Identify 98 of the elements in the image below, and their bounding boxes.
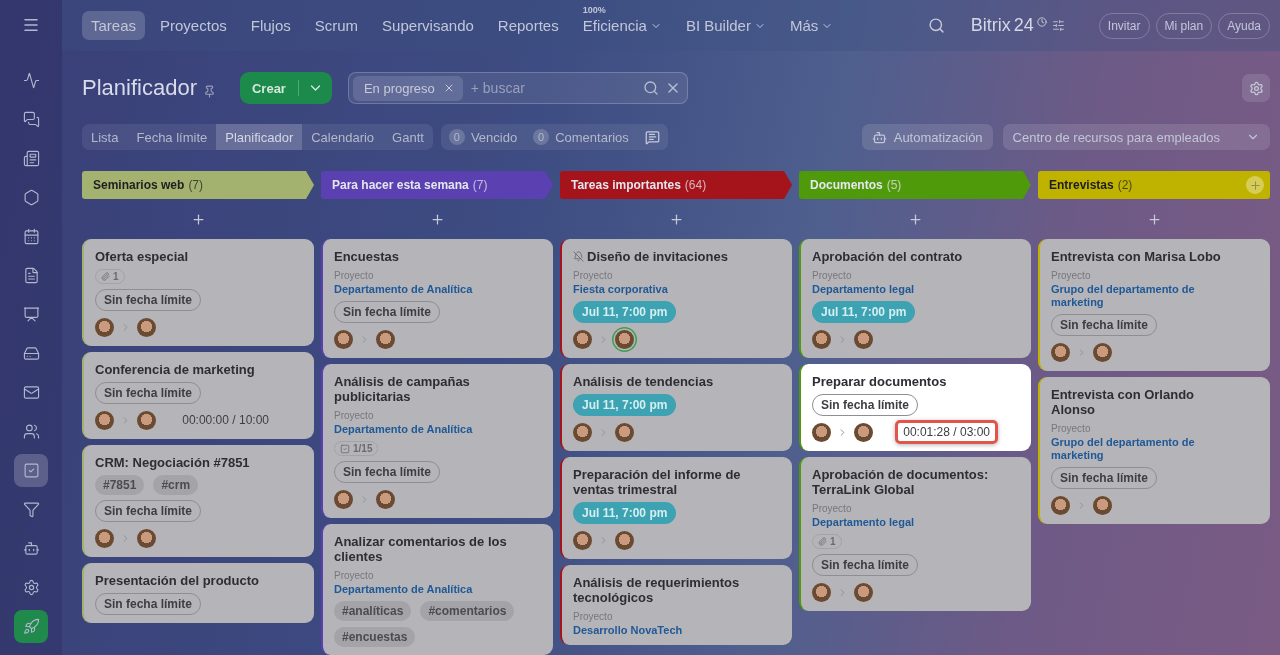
task-card[interactable]: Aprobación del contrato Proyecto Departamento legal Jul 11, 7:00 pm: [799, 239, 1031, 358]
project-label: Proyecto: [334, 270, 375, 281]
tag[interactable]: #encuestas: [334, 627, 416, 647]
brand-number: 24: [1013, 15, 1034, 36]
task-title: Presentación del producto: [95, 573, 259, 588]
task-card[interactable]: Análisis de requerimientos tecnológicos Proyecto Desarrollo NovaTech: [560, 565, 792, 645]
tag[interactable]: #analíticas: [334, 601, 412, 621]
view-tab[interactable]: Fecha límite: [127, 124, 217, 150]
project-label: Proyecto: [573, 611, 614, 622]
project-label: Proyecto: [812, 503, 853, 514]
task-card[interactable]: Entrevista con Orlando Alonso Proyecto Grupo del departamento de marketing Sin fecha límite: [1038, 377, 1270, 524]
task-card[interactable]: Encuestas Proyecto Departamento de Analítica Sin fecha límite: [321, 239, 553, 358]
tag[interactable]: #crm: [153, 475, 199, 495]
time-tracker: 00:01:28 / 03:00: [895, 420, 998, 444]
nav-tab[interactable]: Más: [780, 11, 843, 40]
project-label: Proyecto: [573, 270, 614, 281]
task-title: Análisis de requerimientos tecnológicos: [573, 575, 741, 605]
tag[interactable]: #7851: [95, 475, 145, 495]
deadline-button[interactable]: Jul 11, 7:00 pm: [812, 301, 916, 323]
column-title: Tareas importantes: [571, 178, 681, 192]
task-card[interactable]: Preparar documentos Sin fecha límite 00:01:28 / 03:00: [799, 364, 1031, 451]
resource-dropdown[interactable]: Centro de recursos para empleados: [1002, 124, 1270, 150]
column-title: Entrevistas: [1049, 178, 1114, 192]
time-tracker: 00:00:00 / 10:00: [182, 413, 269, 427]
project-link[interactable]: Departamento de Analítica: [334, 423, 542, 436]
task-title: Entrevista con Orlando Alonso: [1051, 387, 1196, 417]
task-card[interactable]: Presentación del producto Sin fecha límite: [82, 563, 314, 623]
column-count: (7): [472, 178, 488, 192]
task-title: Aprobación de documentos: TerraLink Global: [812, 467, 990, 497]
project-link[interactable]: Departamento de Analítica: [334, 583, 542, 596]
task-card[interactable]: Preparación del informe de ventas trimestral Jul 11, 7:00 pm: [560, 457, 792, 559]
deadline-button[interactable]: Jul 11, 7:00 pm: [573, 394, 677, 416]
task-card[interactable]: Oferta especial 1 Sin fecha límite: [82, 239, 314, 346]
nav-tab[interactable]: BI Builder: [676, 11, 775, 40]
column-title: Seminarios web: [93, 178, 185, 192]
column-count: (64): [684, 178, 707, 192]
task-title: Oferta especial: [95, 249, 189, 264]
tag[interactable]: #comentarios: [420, 601, 515, 621]
task-card[interactable]: Analizar comentarios de los clientes Proyecto Departamento de Analítica #analíticas #comentarios #encuestas: [321, 524, 553, 655]
task-title: Análisis de campañas publicitarias: [334, 374, 471, 404]
nav-tab[interactable]: Flujos: [241, 11, 300, 40]
task-title: Encuestas: [334, 249, 400, 264]
deadline-button[interactable]: Jul 11, 7:00 pm: [573, 502, 677, 524]
project-label: Proyecto: [812, 270, 853, 281]
column-count: (7): [188, 178, 204, 192]
task-card[interactable]: Diseño de invitaciones Proyecto Fiesta corporativa Jul 11, 7:00 pm: [560, 239, 792, 358]
task-title: Preparación del informe de ventas trimestral: [573, 467, 742, 497]
task-title: Conferencia de marketing: [95, 362, 255, 377]
project-link[interactable]: Departamento de Analítica: [334, 283, 542, 296]
search-input[interactable]: + buscar: [468, 79, 637, 97]
project-label: Proyecto: [334, 570, 375, 581]
task-title: Diseño de invitaciones: [587, 249, 728, 264]
brand-logo: Bitrix: [970, 15, 1011, 36]
task-card[interactable]: Aprobación de documentos: TerraLink Global Proyecto Departamento legal 1 Sin fecha límite: [799, 457, 1031, 611]
nav-tab[interactable]: Supervisando: [373, 11, 483, 40]
task-title: CRM: Negociación #7851: [95, 455, 250, 470]
column-count: (5): [886, 178, 902, 192]
task-title: Aprobación del contrato: [812, 249, 963, 264]
count-badge: 0: [533, 129, 550, 145]
task-title: Preparar documentos: [812, 374, 947, 389]
efficiency-label: 100%: [582, 5, 606, 15]
filter-chip[interactable]: En progreso: [352, 75, 463, 101]
column-title: Documentos: [810, 178, 883, 192]
task-card[interactable]: Conferencia de marketing Sin fecha límite 00:00:00 / 10:00: [82, 352, 314, 439]
view-tab[interactable]: Lista: [82, 124, 128, 150]
column-title: Para hacer esta semana: [332, 178, 469, 192]
project-label: Proyecto: [1051, 423, 1092, 434]
project-link[interactable]: Grupo del departamento de marketing: [1051, 436, 1259, 462]
counter-button[interactable]: 0 Comentarios: [525, 124, 637, 150]
view-tab[interactable]: Planificador: [216, 124, 303, 150]
count-badge: 0: [448, 129, 465, 145]
project-link[interactable]: Grupo del departamento de marketing: [1051, 283, 1259, 309]
nav-tab[interactable]: Reportes: [488, 11, 568, 40]
search-field[interactable]: En progreso + buscar: [347, 72, 688, 104]
nav-tab[interactable]: Scrum: [305, 11, 368, 40]
view-tab[interactable]: Gantt: [383, 124, 433, 150]
column-count: (2): [1117, 178, 1133, 192]
task-title: Análisis de tendencias: [573, 374, 714, 389]
task-card[interactable]: Entrevista con Marisa Lobo Proyecto Grupo del departamento de marketing Sin fecha límite: [1038, 239, 1270, 371]
project-link[interactable]: Fiesta corporativa: [573, 283, 781, 296]
task-card[interactable]: Análisis de campañas publicitarias Proyecto Departamento de Analítica 1/15 Sin fecha límite: [321, 364, 553, 518]
counter-button[interactable]: 0 Vencido: [440, 124, 526, 150]
task-title: Analizar comentarios de los clientes: [334, 534, 508, 564]
project-link[interactable]: Departamento legal: [812, 283, 1020, 296]
task-card[interactable]: Análisis de tendencias Jul 11, 7:00 pm: [560, 364, 792, 451]
project-link[interactable]: Desarrollo NovaTech: [573, 624, 781, 637]
project-label: Proyecto: [1051, 270, 1092, 281]
project-label: Proyecto: [334, 410, 375, 421]
page-title: Planificador: [82, 75, 197, 101]
nav-tab[interactable]: Proyectos: [151, 11, 236, 40]
nav-tab[interactable]: Tareas: [82, 11, 146, 40]
deadline-button[interactable]: Jul 11, 7:00 pm: [573, 301, 677, 323]
view-tab[interactable]: Calendario: [302, 124, 384, 150]
create-button[interactable]: Crear: [239, 72, 332, 104]
project-link[interactable]: Departamento legal: [812, 516, 1020, 529]
task-title: Entrevista con Marisa Lobo: [1051, 249, 1221, 264]
task-card[interactable]: CRM: Negociación #7851 #7851 #crm Sin fecha límite: [82, 445, 314, 557]
automation-button[interactable]: Automatización: [861, 124, 993, 150]
